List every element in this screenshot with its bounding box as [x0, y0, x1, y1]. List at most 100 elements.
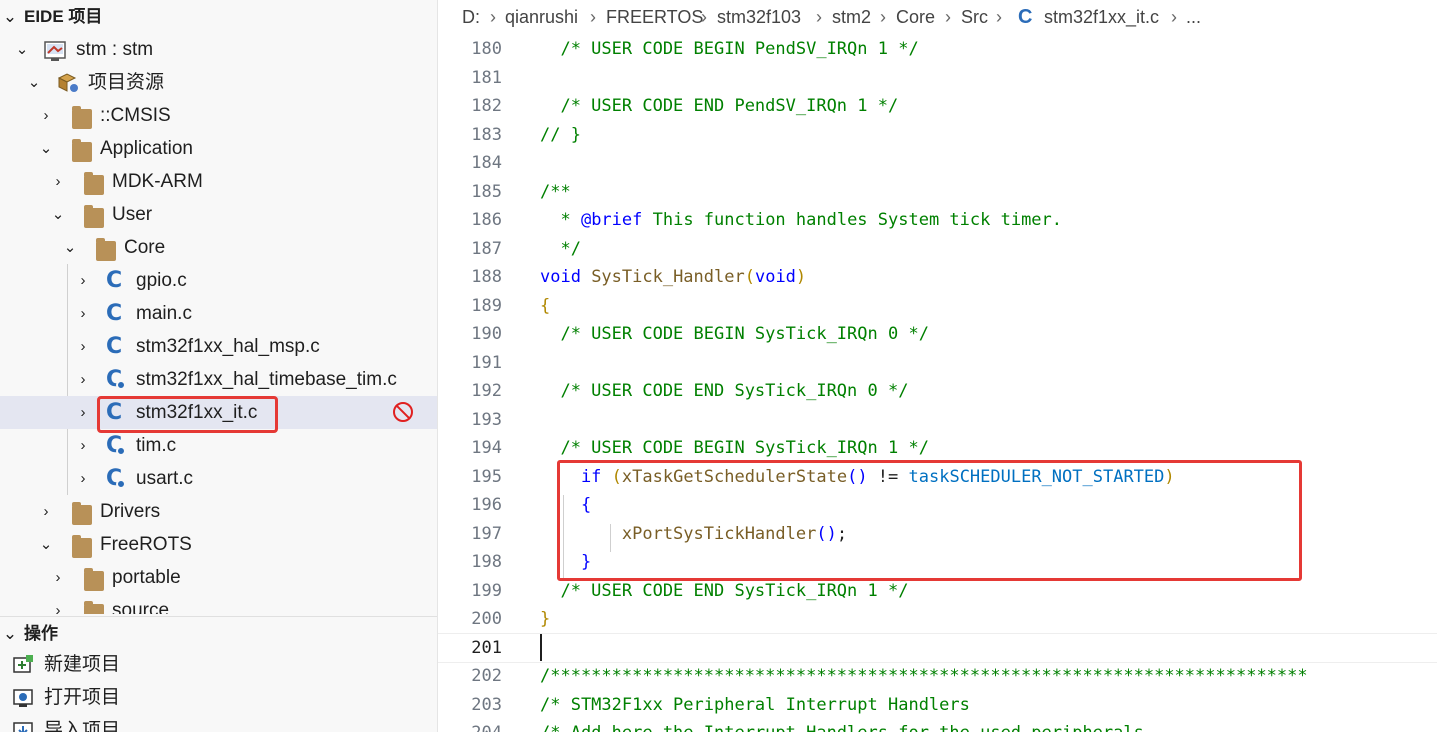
tree-item-tim[interactable]: › C tim.c: [0, 429, 437, 462]
code-line: 181: [438, 64, 1437, 93]
code-text: /* USER CODE END PendSV_IRQn 1 */: [540, 96, 899, 116]
line-number: 194: [471, 438, 502, 458]
eide-project-header[interactable]: ⌄ EIDE 项目: [0, 0, 437, 33]
tree-item-label: Drivers: [100, 501, 161, 522]
code-text: /**: [540, 181, 571, 202]
line-number: 192: [471, 381, 502, 401]
open-project-icon: [12, 687, 34, 709]
chevron-down-icon: ⌄: [15, 41, 29, 58]
keyword: void: [540, 267, 581, 287]
code-editor[interactable]: D: › qianrushi › FREERTOS › stm32f103 › …: [438, 0, 1437, 732]
tree-item-core[interactable]: ⌄ Core: [0, 231, 437, 264]
tree-item-gpio[interactable]: › C gpio.c: [0, 264, 437, 297]
doc-tag: @brief: [580, 210, 643, 230]
tree-item-freertos[interactable]: ⌄ FreeROTS: [0, 528, 437, 561]
tree-item-label: stm32f1xx_hal_msp.c: [136, 336, 320, 357]
line-number: 190: [471, 324, 502, 344]
breadcrumb-separator: ›: [945, 7, 951, 27]
code-text: /* USER CODE BEGIN SysTick_IRQn 1 */: [540, 438, 929, 458]
folder-icon: [84, 172, 104, 195]
code-line: 187 */: [438, 235, 1437, 264]
breadcrumb-item[interactable]: ...: [1186, 0, 1201, 35]
action-new-project[interactable]: 新建项目: [0, 648, 437, 681]
code-text: /* USER CODE BEGIN SysTick_IRQn 0 */: [540, 324, 929, 344]
action-label: 导入项目: [44, 720, 121, 732]
tree-item-hal-msp[interactable]: › C stm32f1xx_hal_msp.c: [0, 330, 437, 363]
code-line: 201: [438, 634, 1437, 663]
tree-item-resources[interactable]: ⌄ 项目资源: [0, 66, 437, 99]
code-text: // }: [540, 124, 581, 145]
chevron-down-icon: ⌄: [2, 624, 18, 643]
tree-item-label: stm : stm: [76, 39, 154, 60]
tree-item-user[interactable]: ⌄ User: [0, 198, 437, 231]
tree-item-label: portable: [112, 567, 181, 588]
gear-icon: [116, 380, 126, 390]
code-line: 193: [438, 406, 1437, 435]
tree-item-label: MDK-ARM: [112, 171, 203, 192]
line-number: 196: [471, 495, 502, 515]
tree-item-usart[interactable]: › C usart.c: [0, 462, 437, 495]
folder-icon: [84, 568, 104, 591]
tree-item-label: stm32f1xx_hal_timebase_tim.c: [136, 369, 397, 390]
chevron-down-icon: ⌄: [27, 74, 41, 91]
line-number: 201: [471, 637, 502, 658]
chevron-right-icon: ›: [55, 602, 61, 614]
gear-icon: [116, 446, 126, 456]
code-text: /* USER CODE END SysTick_IRQn 0 */: [540, 381, 909, 401]
folder-icon: [72, 106, 92, 129]
highlight-box: [97, 396, 278, 433]
tree-item-label: User: [112, 204, 153, 225]
code-line: 188 void SysTick_Handler(void): [438, 263, 1437, 292]
folder-icon: [84, 601, 104, 614]
code-line: 183 // }: [438, 121, 1437, 150]
breadcrumb-item[interactable]: Core: [896, 0, 935, 35]
line-number: 183: [471, 124, 502, 145]
function-name: SysTick_Handler: [580, 267, 745, 287]
line-number: 181: [471, 67, 502, 88]
line-number: 195: [471, 466, 502, 487]
breadcrumb-separator: ›: [996, 7, 1002, 27]
tree-item-portable[interactable]: › portable: [0, 561, 437, 594]
breadcrumb-item[interactable]: qianrushi: [505, 0, 578, 35]
tree-item-label: tim.c: [136, 435, 177, 456]
tree-item-project[interactable]: ⌄ stm : stm: [0, 33, 437, 66]
tree-item-label: Core: [124, 237, 166, 258]
action-open-project[interactable]: 打开项目: [0, 681, 437, 714]
tree-item-main[interactable]: › C main.c: [0, 297, 437, 330]
breadcrumb-separator: ›: [880, 7, 886, 27]
breadcrumb-separator: ›: [590, 7, 596, 27]
breadcrumb-separator: ›: [1171, 7, 1177, 27]
tree-item-application[interactable]: ⌄ Application: [0, 132, 437, 165]
folder-icon: [72, 139, 92, 162]
tree-item-hal-timebase[interactable]: › C stm32f1xx_hal_timebase_tim.c: [0, 363, 437, 396]
tree-item-source[interactable]: › source: [0, 594, 437, 614]
tree-item-mdk-arm[interactable]: › MDK-ARM: [0, 165, 437, 198]
tree-item-drivers[interactable]: › Drivers: [0, 495, 437, 528]
breadcrumb-item[interactable]: stm32f1xx_it.c: [1044, 0, 1159, 35]
breadcrumb-item[interactable]: stm32f103: [717, 0, 801, 35]
section-title: 操作: [24, 624, 58, 643]
code-line: 180 /* USER CODE BEGIN PendSV_IRQn 1 */: [438, 35, 1437, 64]
tree-item-label: source: [112, 600, 170, 614]
folder-icon: [72, 502, 92, 525]
code-line: 202 /************************************…: [438, 662, 1437, 691]
code-line: 192 /* USER CODE END SysTick_IRQn 0 */: [438, 377, 1437, 406]
code-line: 203 /* STM32F1xx Peripheral Interrupt Han…: [438, 691, 1437, 720]
breadcrumb-item[interactable]: Src: [961, 0, 988, 35]
breadcrumb-item[interactable]: D:: [462, 0, 480, 35]
tree-item-cmsis[interactable]: › ::CMSIS: [0, 99, 437, 132]
breadcrumb-item[interactable]: stm2: [832, 0, 871, 35]
c-file-icon: C: [106, 334, 123, 359]
breadcrumb-item[interactable]: FREERTOS: [606, 0, 703, 35]
line-number: 188: [471, 267, 502, 287]
actions-header[interactable]: ⌄ 操作: [0, 616, 437, 650]
keyword: void: [754, 267, 796, 287]
action-import-project[interactable]: 导入项目: [0, 714, 437, 732]
tree-item-label: ::CMSIS: [100, 105, 171, 126]
line-number: 185: [471, 181, 502, 202]
chevron-right-icon: ›: [43, 107, 49, 124]
code-text: /***************************************…: [540, 666, 1308, 686]
excluded-icon: [393, 402, 413, 422]
new-project-icon: [12, 654, 34, 676]
breadcrumb-separator: ›: [490, 7, 496, 27]
